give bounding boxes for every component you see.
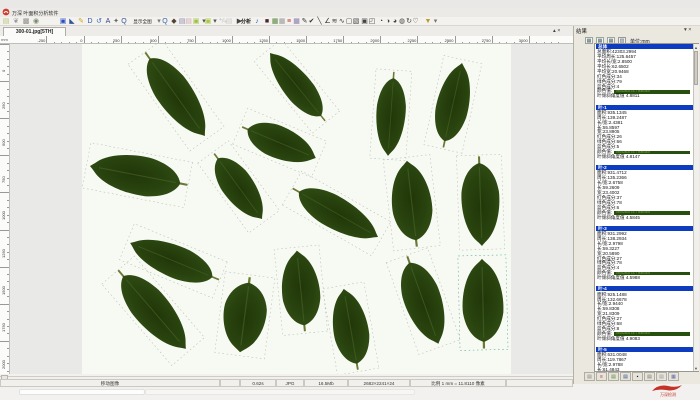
svg-text:万深检测: 万深检测 bbox=[660, 391, 676, 397]
